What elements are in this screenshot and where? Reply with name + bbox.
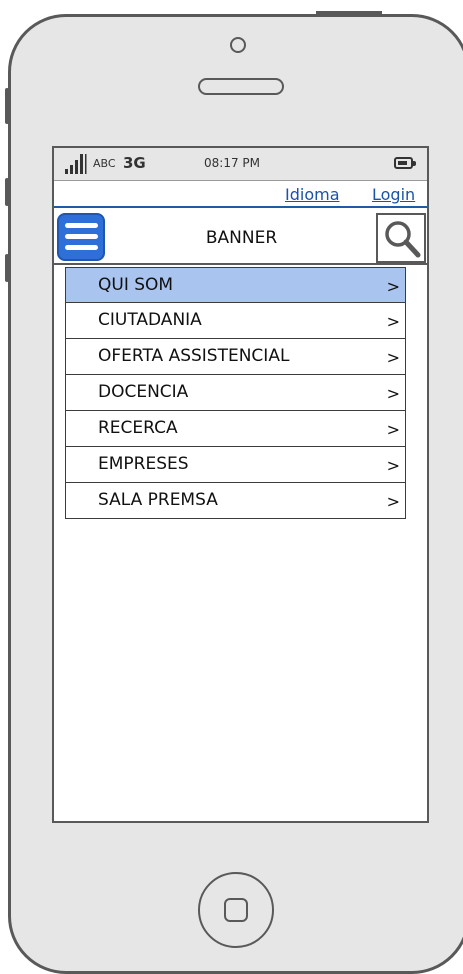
menu-item-sala-premsa[interactable]: SALA PREMSA > bbox=[65, 483, 406, 519]
chevron-right-icon: > bbox=[386, 384, 400, 403]
battery-icon bbox=[394, 157, 413, 169]
menu-item-label: CIUTADANIA bbox=[98, 310, 202, 330]
menu-item-empreses[interactable]: EMPRESES > bbox=[65, 447, 406, 483]
menu-item-qui-som[interactable]: QUI SOM > bbox=[65, 267, 406, 303]
chevron-right-icon: > bbox=[386, 348, 400, 367]
menu-item-label: OFERTA ASSISTENCIAL bbox=[98, 346, 290, 366]
status-time: 08:17 PM bbox=[204, 156, 260, 170]
status-bar: ABC 3G 08:17 PM bbox=[54, 148, 427, 181]
phone-screen: ABC 3G 08:17 PM Idioma Login BANNER QUI … bbox=[52, 146, 429, 823]
search-icon bbox=[385, 221, 421, 258]
menu-item-recerca[interactable]: RECERCA > bbox=[65, 411, 406, 447]
battery-tip bbox=[413, 161, 416, 166]
chevron-right-icon: > bbox=[386, 420, 400, 439]
main-menu-list: QUI SOM > CIUTADANIA > OFERTA ASSISTENCI… bbox=[65, 267, 406, 519]
language-link[interactable]: Idioma bbox=[285, 185, 340, 204]
signal-icon bbox=[65, 154, 87, 174]
chevron-right-icon: > bbox=[386, 456, 400, 475]
menu-item-docencia[interactable]: DOCENCIA > bbox=[65, 375, 406, 411]
chevron-right-icon: > bbox=[386, 312, 400, 331]
menu-item-label: DOCENCIA bbox=[98, 382, 189, 402]
chevron-right-icon: > bbox=[386, 492, 400, 511]
menu-item-ciutadania[interactable]: CIUTADANIA > bbox=[65, 303, 406, 339]
earpiece-speaker bbox=[198, 78, 284, 95]
mute-switch[interactable] bbox=[5, 88, 9, 124]
chevron-right-icon: > bbox=[386, 277, 400, 296]
front-camera bbox=[230, 37, 246, 53]
menu-item-label: EMPRESES bbox=[98, 454, 189, 474]
volume-up-button[interactable] bbox=[5, 178, 9, 206]
search-button[interactable] bbox=[376, 213, 426, 263]
login-link[interactable]: Login bbox=[372, 185, 415, 204]
carrier-label: ABC bbox=[93, 157, 116, 170]
menu-item-label: RECERCA bbox=[98, 418, 178, 438]
menu-item-label: SALA PREMSA bbox=[98, 490, 218, 510]
app-header: BANNER bbox=[54, 208, 427, 265]
banner-title: BANNER bbox=[205, 228, 278, 248]
home-square-icon bbox=[224, 898, 248, 922]
menu-item-oferta-assistencial[interactable]: OFERTA ASSISTENCIAL > bbox=[65, 339, 406, 375]
network-type: 3G bbox=[123, 154, 146, 172]
volume-down-button[interactable] bbox=[5, 254, 9, 282]
menu-item-label: QUI SOM bbox=[98, 275, 174, 295]
home-button[interactable] bbox=[198, 872, 274, 948]
